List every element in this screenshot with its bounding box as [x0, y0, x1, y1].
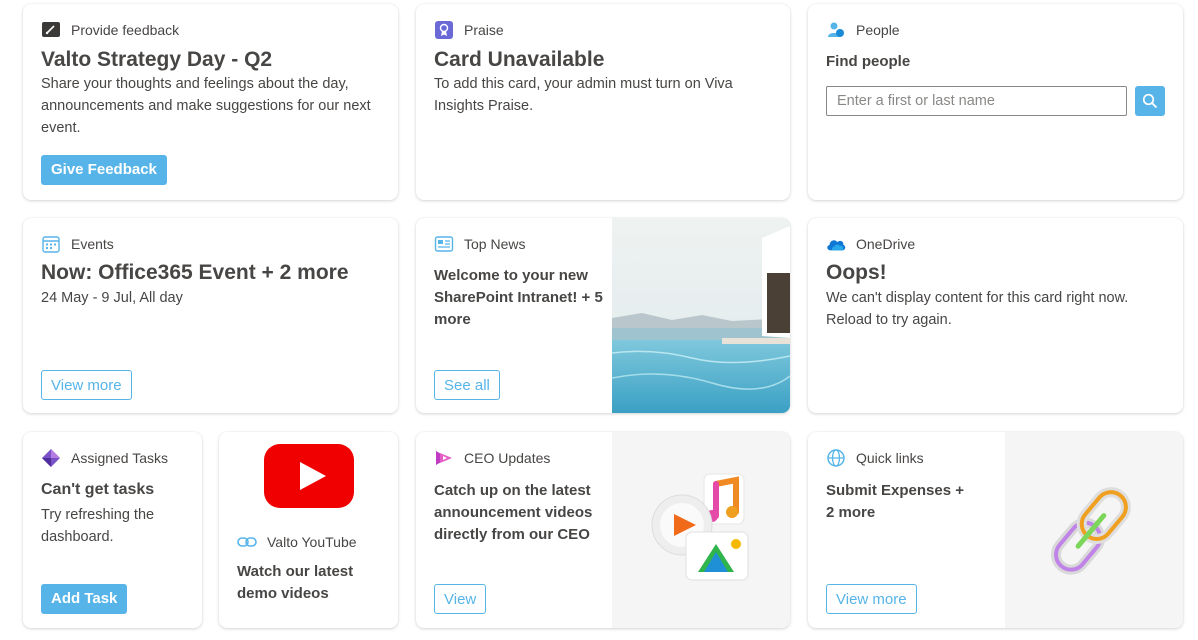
quicklinks-body: Submit Expenses + 2 more	[826, 482, 964, 521]
events-view-more-button[interactable]: View more	[41, 370, 132, 400]
praise-card-header: Praise	[434, 20, 504, 40]
praise-title: Card Unavailable	[434, 48, 605, 71]
people-card-header: People	[826, 20, 900, 40]
tasks-header-label: Assigned Tasks	[71, 450, 169, 466]
news-see-all-button[interactable]: See all	[434, 370, 500, 400]
feedback-title: Valto Strategy Day - Q2	[41, 48, 273, 71]
news-header-label: Top News	[464, 236, 526, 252]
onedrive-card[interactable]: OneDrive Oops! We can't display content …	[808, 218, 1183, 413]
ceo-updates-card[interactable]: CEO Updates Catch up on the latest annou…	[416, 432, 790, 628]
events-card-header: Events	[41, 234, 114, 254]
onedrive-title: Oops!	[826, 261, 887, 284]
ceo-card-header: CEO Updates	[434, 448, 550, 468]
youtube-logo-icon	[264, 444, 354, 513]
youtube-header-label: Valto YouTube	[267, 534, 357, 550]
chain-link-illustration	[1005, 432, 1183, 628]
quicklinks-card-header: Quick links	[826, 448, 924, 468]
calendar-icon	[41, 234, 61, 254]
assigned-tasks-card[interactable]: Assigned Tasks Can't get tasks Try refre…	[23, 432, 202, 628]
globe-icon	[826, 448, 846, 468]
quicklinks-view-more-button[interactable]: View more	[826, 584, 917, 614]
youtube-body: Watch our latest demo videos	[237, 563, 354, 602]
news-card-header: Top News	[434, 234, 525, 254]
people-search-input[interactable]	[826, 86, 1127, 116]
feedback-card[interactable]: Provide feedback Valto Strategy Day - Q2…	[23, 4, 398, 200]
events-body: 24 May - 9 Jul, All day	[41, 290, 183, 306]
feedback-icon	[41, 20, 61, 40]
people-icon	[826, 20, 846, 40]
news-image	[611, 218, 790, 413]
media-illustration	[612, 432, 790, 628]
tasks-title: Can't get tasks	[41, 481, 155, 498]
people-card[interactable]: People Find people	[808, 4, 1183, 200]
ceo-view-button[interactable]: View	[434, 584, 487, 614]
events-title: Now: Office365 Event + 2 more	[41, 261, 349, 284]
praise-card[interactable]: Praise Card Unavailable To add this card…	[416, 4, 790, 200]
onedrive-body: We can't display content for this card r…	[826, 290, 1129, 328]
feedback-card-header: Provide feedback	[41, 20, 179, 40]
news-body: Welcome to your new SharePoint Intranet!…	[434, 267, 603, 328]
events-header-label: Events	[71, 236, 114, 252]
events-card[interactable]: Events Now: Office365 Event + 2 more 24 …	[23, 218, 398, 413]
tasks-body: Try refreshing the dashboard.	[41, 507, 155, 545]
feedback-body: Share your thoughts and feelings about t…	[41, 76, 371, 136]
link-icon	[237, 532, 257, 552]
ceo-body: Catch up on the latest announcement vide…	[434, 482, 593, 543]
people-header-label: People	[856, 22, 900, 38]
people-search-button[interactable]	[1135, 86, 1165, 116]
feedback-header-label: Provide feedback	[71, 22, 180, 38]
youtube-card-header: Valto YouTube	[237, 532, 357, 552]
find-people-label: Find people	[826, 53, 911, 70]
give-feedback-button[interactable]: Give Feedback	[41, 155, 167, 185]
onedrive-cloud-icon	[826, 234, 846, 254]
onedrive-card-header: OneDrive	[826, 234, 915, 254]
planner-icon	[41, 448, 61, 468]
stream-icon	[434, 448, 454, 468]
tasks-card-header: Assigned Tasks	[41, 448, 168, 468]
top-news-card[interactable]: Top News Welcome to your new SharePoint …	[416, 218, 790, 413]
news-icon	[434, 234, 454, 254]
praise-header-label: Praise	[464, 22, 504, 38]
praise-body: To add this card, your admin must turn o…	[434, 76, 733, 114]
quicklinks-header-label: Quick links	[856, 450, 924, 466]
onedrive-header-label: OneDrive	[856, 236, 916, 252]
search-icon	[1142, 93, 1158, 109]
quick-links-card[interactable]: Quick links Submit Expenses + 2 more Vie…	[808, 432, 1183, 628]
ceo-header-label: CEO Updates	[464, 450, 551, 466]
youtube-card[interactable]: Valto YouTube Watch our latest demo vide…	[219, 432, 398, 628]
add-task-button[interactable]: Add Task	[41, 584, 128, 614]
praise-icon	[434, 20, 454, 40]
